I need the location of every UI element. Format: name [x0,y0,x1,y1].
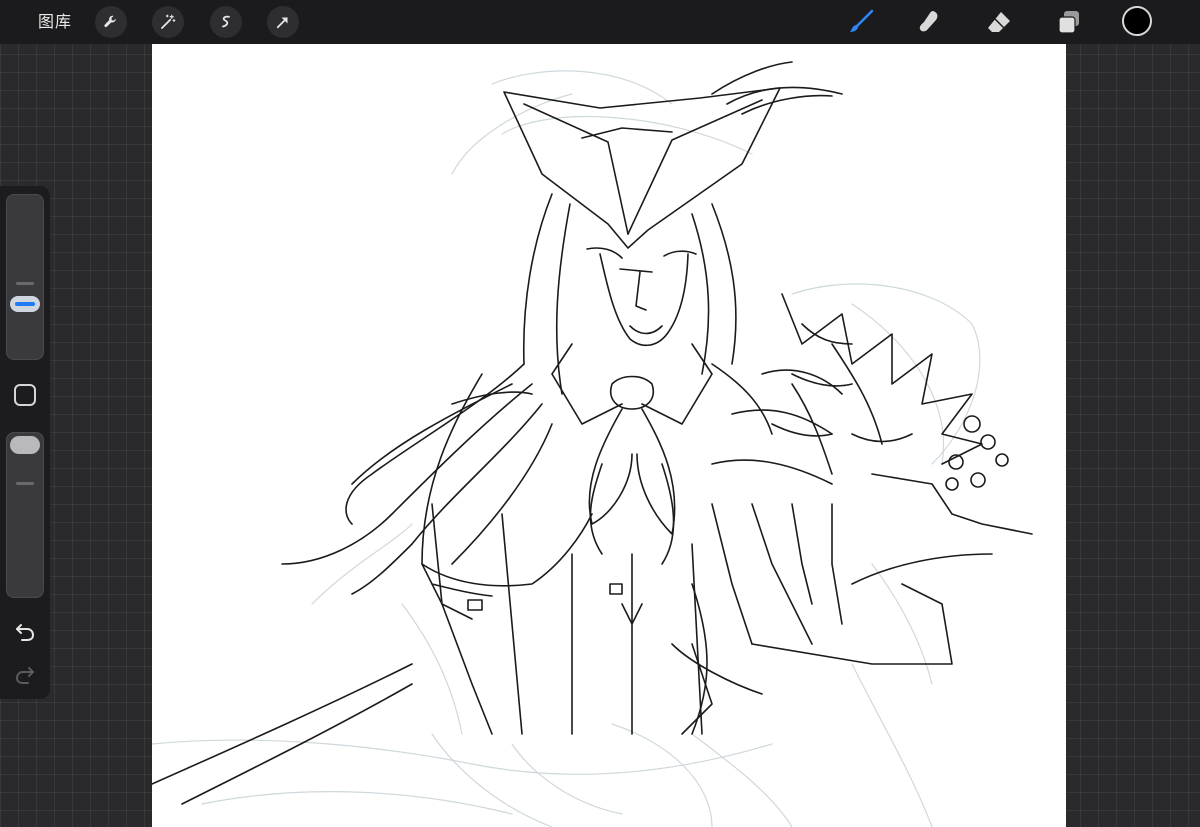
redo-icon[interactable] [12,662,38,688]
brush-icon[interactable] [845,6,877,38]
modify-button[interactable] [14,384,36,406]
gallery-button[interactable]: 图库 [38,10,72,34]
eraser-icon[interactable] [983,6,1015,38]
slider-tick [16,282,34,285]
actions-wrench-icon[interactable] [95,6,127,38]
slider-tick [16,482,34,485]
smudge-icon[interactable] [913,6,945,38]
line-art-sketch [152,61,1033,827]
color-picker-swatch[interactable] [1122,6,1152,36]
transform-arrow-icon[interactable] [267,6,299,38]
selection-icon[interactable] [210,6,242,38]
adjustments-magic-wand-icon[interactable] [152,6,184,38]
opacity-thumb[interactable] [10,436,40,454]
left-sidebar [0,186,50,699]
undo-icon[interactable] [12,619,38,645]
brush-size-thumb[interactable] [10,296,40,312]
opacity-slider[interactable] [6,432,44,598]
drawing-canvas[interactable] [152,44,1066,827]
layers-icon[interactable] [1053,6,1085,38]
brush-size-slider[interactable] [6,194,44,360]
top-toolbar: 图库 [0,0,1200,44]
